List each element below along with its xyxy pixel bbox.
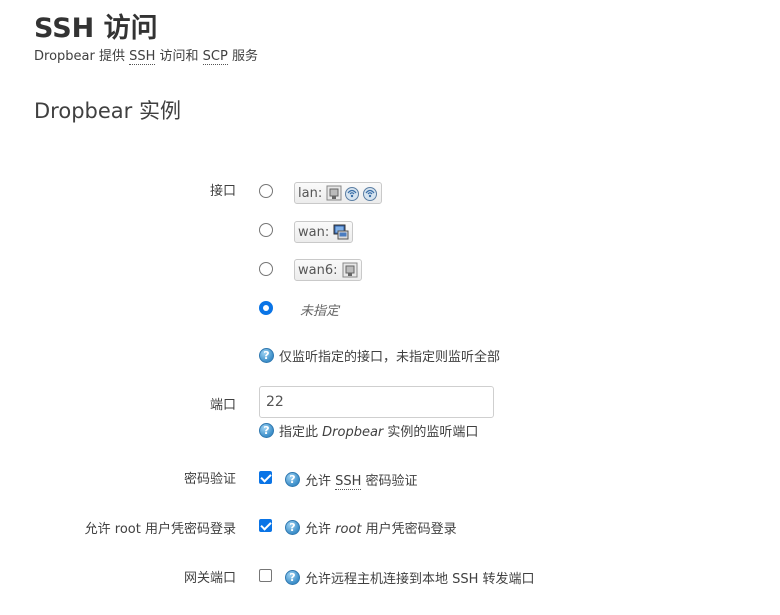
interface-label: 接口 <box>209 184 236 199</box>
help-icon: ? <box>259 348 274 363</box>
page-description: Dropbear 提供 SSH 访问和 SCP 服务 <box>34 49 258 65</box>
password-auth-label: 密码验证 <box>183 472 236 487</box>
help-icon: ? <box>285 472 300 487</box>
root-password-help-text: 允许 root 用户凭密码登录 <box>305 522 457 537</box>
ethernet-port-icon <box>326 185 342 201</box>
help-icon: ? <box>285 570 300 585</box>
help-icon: ? <box>259 423 274 438</box>
radio-wan[interactable] <box>259 223 273 237</box>
ssh-abbr: SSH <box>129 49 156 65</box>
interface-badge-wan6[interactable]: wan6: <box>294 259 362 281</box>
password-auth-checkbox[interactable] <box>259 471 272 484</box>
page-title: SSH 访问 <box>34 13 158 44</box>
unspecified-option-label: 未指定 <box>300 304 340 319</box>
network-monitor-icon <box>333 224 349 240</box>
password-auth-help: ? 允许 SSH 密码验证 <box>285 470 418 490</box>
wireless-icon <box>363 187 378 201</box>
interface-name-lan: lan: <box>298 185 323 201</box>
interface-name-wan6: wan6: <box>298 262 338 278</box>
port-label: 端口 <box>209 398 236 413</box>
scp-abbr: SCP <box>202 49 228 65</box>
interface-name-wan: wan: <box>298 224 330 240</box>
port-help-text: 指定此 Dropbear 实例的监听端口 <box>279 425 479 440</box>
wireless-icon <box>345 187 360 201</box>
gateway-ports-help-text: 允许远程主机连接到本地 SSH 转发端口 <box>305 572 535 587</box>
gateway-ports-help: ? 允许远程主机连接到本地 SSH 转发端口 <box>285 568 535 587</box>
gateway-ports-checkbox[interactable] <box>259 569 272 582</box>
gateway-ports-label: 网关端口 <box>183 571 236 586</box>
interface-badge-wan[interactable]: wan: <box>294 221 354 243</box>
port-input[interactable] <box>259 386 494 418</box>
interface-help: ? 仅监听指定的接口，未指定则监听全部 <box>259 346 500 365</box>
ethernet-port-icon <box>342 262 357 278</box>
port-help: ? 指定此 Dropbear 实例的监听端口 <box>259 421 478 440</box>
radio-lan[interactable] <box>259 184 273 198</box>
radio-wan6[interactable] <box>259 262 273 276</box>
root-password-help: ? 允许 root 用户凭密码登录 <box>285 518 457 537</box>
root-password-checkbox[interactable] <box>259 519 272 532</box>
help-icon: ? <box>285 520 300 535</box>
password-auth-help-text: 允许 SSH 密码验证 <box>305 474 418 490</box>
section-title: Dropbear 实例 <box>34 99 181 123</box>
interface-help-text: 仅监听指定的接口，未指定则监听全部 <box>279 350 501 365</box>
interface-badge-lan[interactable]: lan: <box>294 182 383 204</box>
radio-unspecified[interactable] <box>259 301 273 315</box>
root-password-label: 允许 root 用户凭密码登录 <box>84 522 236 537</box>
